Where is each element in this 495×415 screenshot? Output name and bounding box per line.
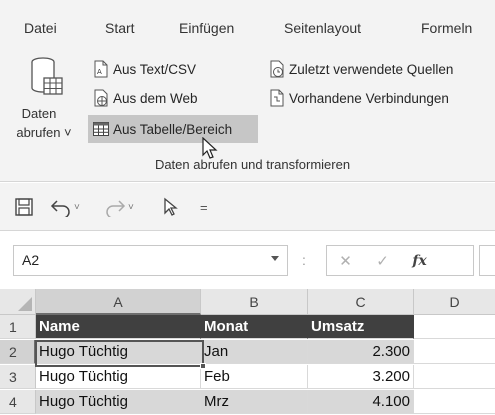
select-mode-button[interactable] (162, 195, 180, 219)
recent-sources-label: Zuletzt verwendete Quellen (289, 61, 454, 77)
column-header-d[interactable]: D (414, 289, 495, 315)
save-button[interactable] (14, 195, 34, 219)
redo-dropdown-icon[interactable]: ˅ (128, 202, 134, 213)
formula-buttons: ✕ ✓ fx (326, 245, 474, 276)
svg-text:A: A (97, 68, 102, 76)
get-data-button[interactable]: Daten abrufen ˅ (10, 52, 78, 146)
name-box-dropdown-icon[interactable] (271, 256, 279, 261)
row-header-3[interactable]: 3 (0, 365, 36, 389)
customize-qat-button[interactable]: = (200, 195, 208, 219)
quick-access-toolbar: ˅ ˅ = (0, 183, 495, 231)
tab-einfuegen[interactable]: Einfügen (179, 20, 234, 36)
row-header-4[interactable]: 4 (0, 390, 36, 414)
redo-icon (106, 200, 126, 217)
formula-bar: A2 : ✕ ✓ fx (0, 232, 495, 288)
column-header-a[interactable]: A (36, 289, 201, 315)
cell-d2[interactable] (414, 340, 495, 364)
fill-handle[interactable] (200, 363, 206, 369)
from-table-range-label: Aus Tabelle/Bereich (113, 121, 233, 137)
column-header-c[interactable]: C (308, 289, 414, 315)
from-table-range-button[interactable]: Aus Tabelle/Bereich (88, 115, 258, 143)
from-text-csv-label: Aus Text/CSV (113, 61, 197, 77)
select-all-triangle-icon (18, 297, 32, 311)
database-table-icon (31, 57, 63, 95)
pointer-arrow-icon (164, 197, 178, 216)
undo-icon (50, 200, 70, 217)
active-cell-border (35, 340, 204, 367)
recent-sources-button[interactable]: Zuletzt verwendete Quellen (268, 58, 453, 80)
web-file-icon (94, 89, 108, 107)
row-header-1[interactable]: 1 (0, 315, 36, 339)
insert-function-icon[interactable]: fx (401, 253, 438, 269)
cell-a1[interactable]: Name (36, 315, 201, 339)
ribbon-tabs: Datei Start Einfügen Seitenlayout Formel… (0, 0, 495, 46)
cell-b3[interactable]: Feb (201, 365, 308, 389)
row-header-2[interactable]: 2 (0, 340, 36, 364)
from-web-label: Aus dem Web (113, 90, 198, 106)
cancel-icon[interactable]: ✕ (327, 252, 364, 270)
cell-d4[interactable] (414, 390, 495, 414)
cell-b1[interactable]: Monat (201, 315, 308, 339)
tab-formeln[interactable]: Formeln (421, 20, 472, 36)
cell-c1[interactable]: Umsatz (308, 315, 414, 339)
cell-a3[interactable]: Hugo Tüchtig (36, 365, 201, 389)
text-file-icon: A (94, 60, 108, 78)
recent-sources-icon (270, 60, 284, 78)
cell-d3[interactable] (414, 365, 495, 389)
select-all-button[interactable] (0, 289, 36, 315)
cell-d1[interactable] (414, 315, 495, 339)
existing-connections-label: Vorhandene Verbindungen (289, 90, 449, 106)
tab-seitenlayout[interactable]: Seitenlayout (284, 20, 361, 36)
save-icon (15, 198, 33, 216)
get-data-label-line1: Daten (21, 106, 57, 121)
get-data-label-line2: abrufen ˅ (16, 125, 72, 140)
existing-connections-button[interactable]: Vorhandene Verbindungen (268, 87, 449, 109)
redo-button[interactable]: ˅ (104, 195, 134, 219)
formula-bar-grip: : (302, 252, 306, 268)
cell-a4[interactable]: Hugo Tüchtig (36, 390, 201, 414)
cell-c3[interactable]: 3.200 (308, 365, 414, 389)
table-icon (93, 122, 109, 136)
ribbon: Datei Start Einfügen Seitenlayout Formel… (0, 0, 495, 182)
group-label: Daten abrufen und transformieren (154, 157, 351, 172)
from-text-csv-button[interactable]: A Aus Text/CSV (92, 58, 196, 80)
from-web-button[interactable]: Aus dem Web (92, 87, 198, 109)
undo-button[interactable]: ˅ (50, 195, 80, 219)
enter-icon[interactable]: ✓ (364, 252, 401, 270)
undo-dropdown-icon[interactable]: ˅ (74, 202, 80, 213)
name-box-value: A2 (22, 252, 40, 268)
tab-start[interactable]: Start (105, 20, 135, 36)
ribbon-divider (0, 181, 495, 182)
cell-c4[interactable]: 4.100 (308, 390, 414, 414)
cell-b2[interactable]: Jan (201, 340, 308, 364)
formula-input[interactable] (479, 245, 495, 276)
column-header-b[interactable]: B (201, 289, 308, 315)
cell-b4[interactable]: Mrz (201, 390, 308, 414)
connections-icon (270, 89, 284, 107)
tab-datei[interactable]: Datei (24, 20, 57, 36)
cell-c2[interactable]: 2.300 (308, 340, 414, 364)
name-box[interactable]: A2 (13, 245, 288, 276)
